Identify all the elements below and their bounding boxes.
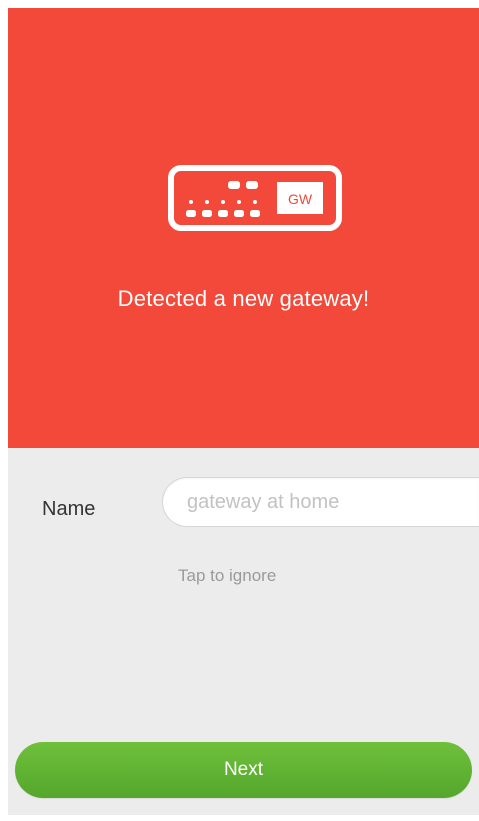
detected-gateway-banner: GW Detected a new gateway!	[8, 8, 479, 448]
gateway-name-input[interactable]	[162, 477, 479, 527]
name-label: Name	[42, 498, 96, 520]
gateway-icon: GW	[168, 165, 342, 231]
tap-to-ignore-link[interactable]: Tap to ignore	[178, 566, 276, 586]
next-button[interactable]: Next	[15, 742, 472, 798]
gateway-icon-badge: GW	[288, 191, 313, 207]
screen: GW Detected a new gateway! Name Tap to i…	[0, 0, 479, 821]
detected-gateway-title: Detected a new gateway!	[117, 286, 370, 311]
